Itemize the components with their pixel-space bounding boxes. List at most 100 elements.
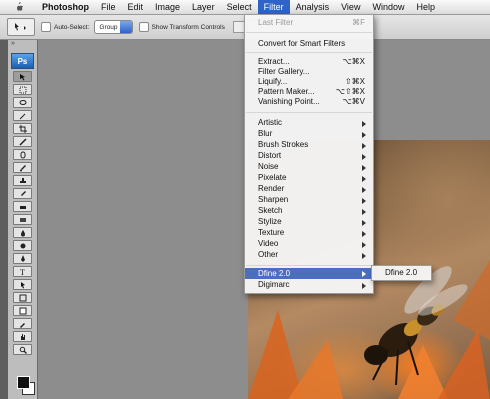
ps-logo[interactable]: Ps — [11, 53, 34, 69]
submenu-arrow-icon — [362, 242, 366, 248]
liquify-shortcut: ⇧⌘X — [344, 77, 365, 86]
show-transform-checkbox[interactable] — [138, 22, 149, 32]
menu-separator — [246, 32, 372, 33]
auto-select-checkbox[interactable] — [41, 22, 51, 32]
menu-separator — [246, 265, 372, 266]
brush-tool[interactable] — [13, 162, 32, 173]
menu-window[interactable]: Window — [366, 0, 410, 14]
eyedropper-tool[interactable] — [13, 318, 32, 329]
menu-separator — [246, 112, 372, 113]
menu-analysis[interactable]: Analysis — [290, 0, 336, 14]
healing-brush-tool[interactable] — [13, 149, 32, 160]
pattern-maker-label: Pattern Maker... — [258, 87, 315, 96]
menu-item-texture[interactable]: Texture — [245, 228, 373, 238]
menu-file[interactable]: File — [95, 0, 122, 14]
gradient-tool[interactable] — [13, 214, 32, 225]
blur-label: Blur — [258, 129, 273, 138]
crop-tool[interactable] — [13, 123, 32, 134]
auto-select-label: Auto-Select: — [54, 23, 90, 31]
filter-menu: Last Filter ⌘F Convert for Smart Filters… — [244, 14, 374, 294]
toolbox: » Ps T — [8, 40, 38, 399]
menu-image[interactable]: Image — [149, 0, 186, 14]
submenu-arrow-icon — [362, 154, 366, 160]
menu-item-sketch[interactable]: Sketch — [245, 206, 373, 216]
submenu-item-dfine[interactable]: Dfine 2.0 — [385, 268, 417, 277]
menu-item-pattern-maker[interactable]: Pattern Maker... ⌥⇧⌘X — [245, 87, 373, 97]
menu-item-brush-strokes[interactable]: Brush Strokes — [245, 140, 373, 150]
menu-view[interactable]: View — [335, 0, 366, 14]
menu-item-vanishing-point[interactable]: Vanishing Point... ⌥⌘V — [245, 97, 373, 107]
convert-label: Convert for Smart Filters — [258, 39, 346, 48]
menu-item-liquify[interactable]: Liquify... ⇧⌘X — [245, 77, 373, 87]
notes-tool[interactable] — [13, 305, 32, 316]
quick-selection-tool[interactable] — [13, 110, 32, 121]
marquee-tool[interactable] — [13, 84, 32, 95]
menu-select[interactable]: Select — [221, 0, 258, 14]
brush-strokes-label: Brush Strokes — [258, 140, 309, 149]
submenu-arrow-icon — [362, 198, 366, 204]
move-tool[interactable] — [13, 71, 32, 82]
move-tool-icon — [15, 23, 26, 31]
zoom-tool[interactable] — [13, 344, 32, 355]
menu-item-render[interactable]: Render — [245, 184, 373, 194]
submenu-arrow-icon — [362, 253, 366, 259]
eraser-tool[interactable] — [13, 201, 32, 212]
type-tool[interactable]: T — [13, 266, 32, 277]
artistic-label: Artistic — [258, 118, 282, 127]
sharpen-label: Sharpen — [258, 195, 289, 204]
submenu-arrow-icon — [362, 271, 366, 277]
hand-tool[interactable] — [13, 331, 32, 342]
menu-item-artistic[interactable]: Artistic — [245, 118, 373, 128]
menu-item-filter-gallery[interactable]: Filter Gallery... — [245, 67, 373, 77]
menu-filter[interactable]: Filter — [257, 0, 290, 14]
other-label: Other — [258, 250, 279, 259]
menu-item-dfine[interactable]: Dfine 2.0 — [245, 268, 373, 279]
render-label: Render — [258, 184, 285, 193]
digimarc-label: Digimarc — [258, 280, 290, 289]
filter-gallery-label: Filter Gallery... — [258, 67, 310, 76]
history-brush-tool[interactable] — [13, 188, 32, 199]
menu-layer[interactable]: Layer — [186, 0, 221, 14]
menu-bar: Photoshop File Edit Image Layer Select F… — [0, 0, 490, 15]
apple-icon[interactable] — [10, 0, 28, 14]
submenu-arrow-icon — [362, 176, 366, 182]
menu-item-extract[interactable]: Extract... ⌥⌘X — [245, 57, 373, 67]
stylize-label: Stylize — [258, 217, 282, 226]
toolbox-collapse-icon[interactable]: » — [8, 40, 37, 52]
pixelate-label: Pixelate — [258, 173, 287, 182]
menu-item-digimarc[interactable]: Digimarc — [245, 280, 373, 290]
submenu-arrow-icon — [362, 143, 366, 149]
sketch-label: Sketch — [258, 206, 283, 215]
dodge-tool[interactable] — [13, 240, 32, 251]
submenu-arrow-icon — [362, 187, 366, 193]
menu-item-other[interactable]: Other — [245, 250, 373, 260]
video-label: Video — [258, 239, 279, 248]
menu-item-pixelate[interactable]: Pixelate — [245, 173, 373, 183]
tool-preset-picker[interactable] — [7, 18, 35, 36]
path-selection-tool[interactable] — [13, 279, 32, 290]
menu-item-last-filter: Last Filter ⌘F — [245, 18, 373, 28]
vanishing-point-label: Vanishing Point... — [258, 97, 320, 106]
lasso-tool[interactable] — [13, 97, 32, 108]
blur-tool[interactable] — [13, 227, 32, 238]
menu-item-convert-smart-filters[interactable]: Convert for Smart Filters — [245, 39, 373, 49]
shape-tool[interactable] — [13, 292, 32, 303]
pen-tool[interactable] — [13, 253, 32, 264]
foreground-color-swatch[interactable] — [17, 376, 30, 389]
menu-app-photoshop[interactable]: Photoshop — [36, 0, 95, 14]
menu-item-sharpen[interactable]: Sharpen — [245, 195, 373, 205]
menu-edit[interactable]: Edit — [122, 0, 150, 14]
menu-item-distort[interactable]: Distort — [245, 151, 373, 161]
auto-select-dropdown[interactable]: Group — [94, 20, 133, 34]
menu-item-blur[interactable]: Blur — [245, 129, 373, 139]
menu-item-noise[interactable]: Noise — [245, 162, 373, 172]
last-filter-label: Last Filter — [258, 18, 294, 27]
submenu-arrow-icon — [362, 231, 366, 237]
menu-help[interactable]: Help — [410, 0, 441, 14]
menu-item-stylize[interactable]: Stylize — [245, 217, 373, 227]
menu-separator — [246, 52, 372, 53]
dfine-label: Dfine 2.0 — [258, 269, 291, 278]
slice-tool[interactable] — [13, 136, 32, 147]
menu-item-video[interactable]: Video — [245, 239, 373, 249]
clone-stamp-tool[interactable] — [13, 175, 32, 186]
